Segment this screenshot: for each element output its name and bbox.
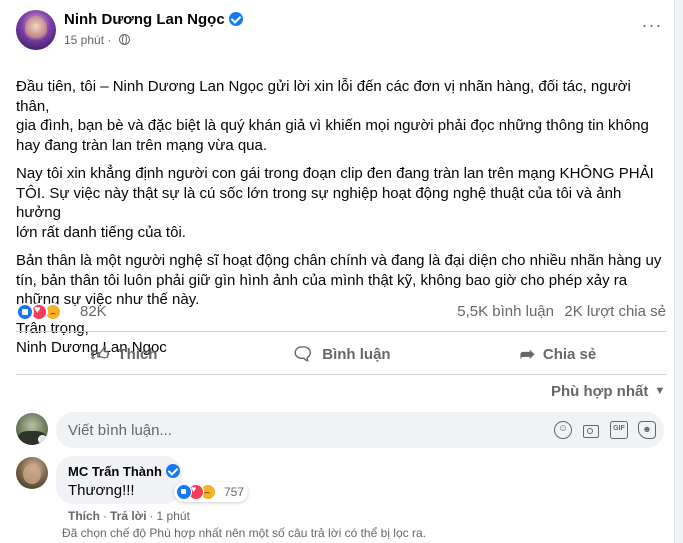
like-label: Thích: [117, 345, 158, 363]
post-card: Ninh Dương Lan Ngọc 15 phút · ··· Đầu ti…: [0, 0, 675, 543]
author-name-row: Ninh Dương Lan Ngọc: [64, 11, 243, 28]
share-arrow-icon: ➦: [519, 343, 535, 364]
caret-down-icon: ▼: [654, 385, 666, 397]
comment-label: Bình luận: [322, 345, 391, 363]
globe-icon: [118, 34, 130, 45]
comment-like-link[interactable]: Thích: [68, 509, 100, 523]
filter-notice: Đã chọn chế độ Phù hợp nhất nên một số c…: [62, 526, 426, 540]
ellipsis-icon: ···: [641, 15, 663, 35]
comment-bubble-icon: 🗨︎: [291, 343, 315, 364]
emoji-icon[interactable]: ☺: [554, 421, 572, 439]
more-options-button[interactable]: ···: [634, 12, 670, 42]
comment-actions: Thích · Trả lời · 1 phút: [68, 509, 190, 523]
commenter-avatar[interactable]: [16, 457, 48, 489]
gif-icon[interactable]: GIF: [610, 421, 628, 439]
comment-sort-dropdown[interactable]: Phù hợp nhất ▼: [551, 383, 665, 400]
like-button[interactable]: 👍︎ Thích: [16, 336, 232, 372]
sticker-icon[interactable]: ☻: [638, 421, 656, 439]
separator: ·: [149, 509, 154, 523]
comment-bubble: MC Trấn Thành Thương!!!: [56, 456, 182, 504]
author-avatar[interactable]: [16, 10, 56, 50]
current-user-avatar[interactable]: [16, 413, 48, 445]
commenter-name[interactable]: MC Trấn Thành: [68, 464, 162, 479]
like-reaction-icon: [176, 484, 192, 500]
post-paragraph: Nay tôi xin khẳng định người con gái tro…: [16, 165, 654, 241]
sort-label: Phù hợp nhất: [551, 383, 649, 400]
scrollbar[interactable]: [675, 0, 683, 543]
comment-time[interactable]: 1 phút: [157, 509, 190, 523]
like-reaction-icon: [16, 303, 34, 321]
share-button[interactable]: ➦ Chia sẻ: [450, 336, 666, 372]
thumbs-up-icon: 👍︎: [90, 344, 110, 364]
comment-input[interactable]: [68, 420, 538, 440]
share-count[interactable]: 2K lượt chia sẻ: [564, 303, 666, 320]
post-actions: 👍︎ Thích 🗨︎ Bình luận ➦ Chia sẻ: [16, 336, 666, 372]
share-label: Chia sẻ: [542, 345, 597, 363]
comment-text: Thương!!!: [68, 482, 135, 499]
meta-separator: ·: [107, 33, 112, 47]
divider: [16, 374, 666, 375]
post-meta: 15 phút ·: [64, 33, 130, 47]
commenter-name-row: MC Trấn Thành: [68, 464, 180, 479]
comment-reply-link[interactable]: Trả lời: [110, 509, 147, 523]
comment-count[interactable]: 5,5K bình luận: [457, 303, 554, 320]
verified-badge-icon: [228, 12, 243, 26]
comment-button[interactable]: 🗨︎ Bình luận: [233, 336, 449, 372]
camera-icon[interactable]: [582, 421, 600, 439]
reaction-count[interactable]: 82K: [80, 303, 107, 320]
separator: ·: [103, 509, 107, 523]
post-stats: 82K 5,5K bình luận 2K lượt chia sẻ: [16, 302, 666, 322]
post-paragraph: Bản thân là một người nghệ sĩ hoạt động …: [16, 252, 662, 308]
post-paragraph: Đầu tiên, tôi – Ninh Dương Lan Ngọc gửi …: [16, 78, 649, 154]
post-time[interactable]: 15 phút: [64, 33, 104, 47]
verified-badge-icon: [165, 464, 180, 478]
author-name[interactable]: Ninh Dương Lan Ngọc: [64, 11, 225, 28]
comment-reaction-count: 757: [224, 485, 245, 499]
post-text: Đầu tiên, tôi – Ninh Dương Lan Ngọc gửi …: [16, 77, 666, 367]
comment-composer: ☺ GIF ☻: [56, 412, 664, 448]
divider: [16, 331, 666, 332]
avatar-switch-icon[interactable]: [38, 435, 47, 444]
comment-reactions[interactable]: 757: [174, 482, 248, 502]
post-header: Ninh Dương Lan Ngọc 15 phút · ···: [16, 10, 666, 54]
